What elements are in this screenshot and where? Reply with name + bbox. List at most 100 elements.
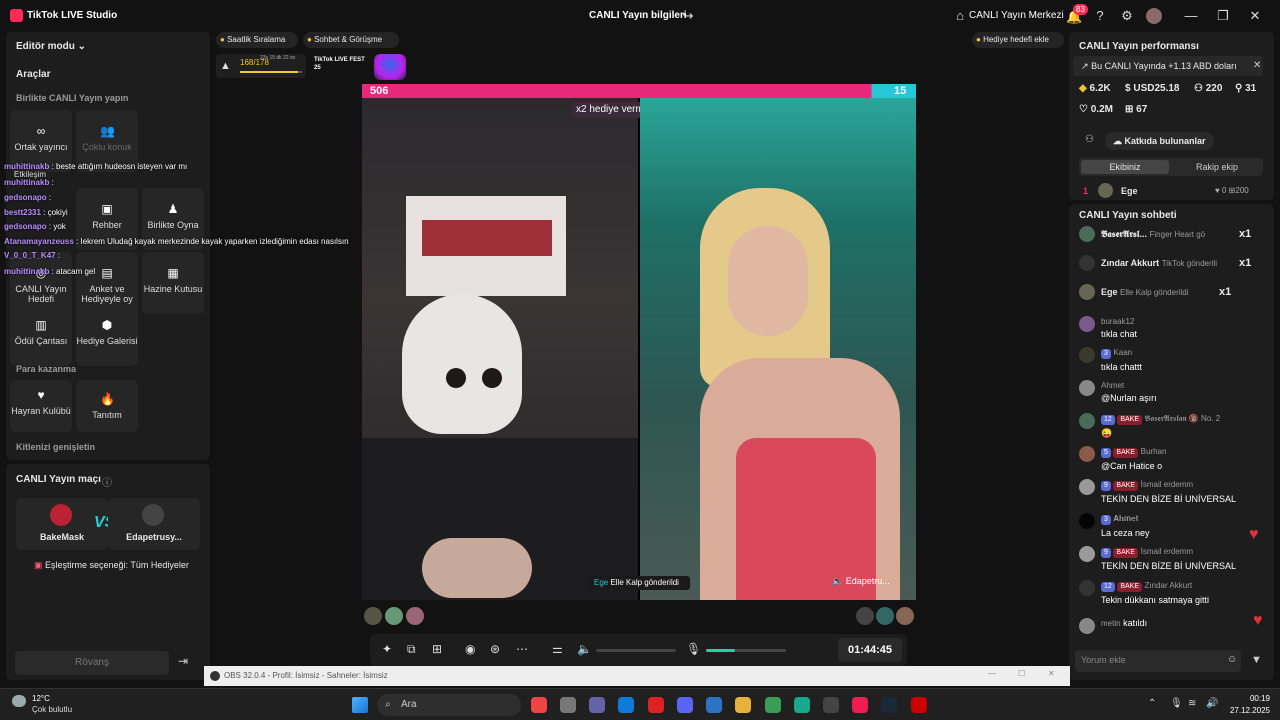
microphone-icon[interactable]: 🎙 [686, 642, 701, 656]
tab-rival[interactable]: Rakip ekip [1173, 160, 1261, 174]
close-icon[interactable]: ✕ [1253, 60, 1261, 71]
gear-icon[interactable]: ⚙ [1119, 8, 1135, 24]
obs-icon[interactable] [823, 697, 839, 713]
whatsapp-icon[interactable] [794, 697, 810, 713]
diamonds-value: 6.2K [1089, 83, 1111, 94]
opera-icon[interactable] [648, 697, 664, 713]
gifters-stat: ⊞ 67 [1125, 104, 1147, 115]
minimize-icon[interactable]: — [1183, 8, 1199, 24]
minimize-icon[interactable]: — [988, 669, 996, 678]
chevron-up-icon[interactable]: ⌃ [1148, 698, 1156, 709]
chrome-profile-icon[interactable] [765, 697, 781, 713]
volume-icon[interactable]: 🔊 [1206, 698, 1218, 709]
tiktok-icon[interactable] [852, 697, 868, 713]
edge-icon[interactable] [618, 697, 634, 713]
live-timer: 01:44:45 [838, 638, 902, 662]
help-icon[interactable]: ? [1092, 8, 1108, 24]
speaker-icon[interactable]: 🔈 [577, 642, 592, 656]
avatar[interactable] [856, 607, 874, 625]
link-icon: ∞ [36, 124, 46, 138]
obs-window-bar[interactable]: OBS 32.0.4 - Profil: İsimsiz - Sahneler:… [204, 666, 1070, 686]
rank-name: Ege [1121, 186, 1138, 196]
add-source-icon[interactable]: ⊞ [432, 642, 442, 656]
help-icon[interactable]: ⓘ [102, 474, 112, 489]
reward-bag-tile[interactable]: ▥ Ödül Çantası [10, 304, 72, 366]
settings-sliders-icon[interactable]: ⚌ [552, 642, 563, 656]
rank-progress[interactable]: ▲ 168/178 23s 15 dk 22 sn [216, 54, 306, 78]
match-option-label: Eşleştirme seçeneği: Tüm Hediyeler [45, 560, 189, 570]
avatar[interactable] [876, 607, 894, 625]
exit-icon[interactable]: ⇥ [178, 654, 188, 668]
mail-icon[interactable] [706, 697, 722, 713]
avatar[interactable] [364, 607, 382, 625]
gift-user: Ege [594, 578, 609, 587]
avatar[interactable] [385, 607, 403, 625]
live-center-link[interactable]: CANLI Yayın Merkezi [969, 10, 1064, 21]
opponent-video [640, 98, 916, 600]
gift-gallery-tile[interactable]: ⬢ Hediye Galerisi [76, 304, 138, 366]
more-icon[interactable]: ⋯ [516, 642, 528, 656]
live-info-link[interactable]: CANLI Yayın bilgileri [589, 10, 687, 21]
clock-time: 00:19 [1249, 694, 1270, 703]
search-box[interactable]: ⌕ Ara [377, 694, 521, 716]
discord-icon[interactable] [677, 697, 693, 713]
media-icon[interactable] [911, 697, 927, 713]
comment-input[interactable]: Yorum ekle ☺ [1075, 650, 1241, 672]
weather-icon[interactable] [12, 695, 26, 707]
avatar[interactable] [1146, 8, 1162, 24]
user-settings-icon[interactable]: ⚇ [1085, 134, 1094, 145]
magic-wand-icon[interactable]: ✦ [382, 642, 392, 656]
contributors-button[interactable]: ☁ Katkıda bulunanlar [1105, 132, 1214, 150]
chrome-icon[interactable] [531, 697, 547, 713]
mic-volume-slider[interactable] [706, 649, 786, 652]
layout-icon[interactable]: ⧉ [407, 642, 416, 657]
reward-bag-label: Ödül Çantası [14, 336, 68, 346]
steam-icon[interactable] [881, 697, 897, 713]
record-icon[interactable]: ◉ [465, 642, 475, 656]
player2-card[interactable]: Edapetrusy... [108, 498, 200, 550]
overlay-msg: : [48, 193, 52, 202]
gift-count: x1 [1239, 228, 1252, 240]
share-icon[interactable]: ↪ [680, 8, 696, 24]
avatar[interactable] [406, 607, 424, 625]
fest-mascot-icon[interactable] [374, 54, 406, 80]
close-icon[interactable]: ✕ [1048, 669, 1055, 678]
folder-icon[interactable] [735, 697, 751, 713]
store-icon[interactable] [560, 697, 576, 713]
chat-user: 𝕭𝖆𝖘𝖊𝖗𝕬𝖗𝖘𝖑𝖆𝖓 🔞 No. 2 [1144, 414, 1221, 423]
editor-mode-label: Editör modu [16, 41, 75, 52]
opponent-label[interactable]: 🔈 Edapetru... [832, 576, 890, 587]
rematch-button[interactable]: Rövanş [15, 651, 169, 675]
hourly-ranking-chip[interactable]: ● Saatlik Sıralama [216, 32, 298, 48]
user-plus-icon: ⚲ [1235, 83, 1243, 94]
users-icon: 👥 [100, 124, 115, 138]
filter-icon[interactable]: ▼ [1251, 654, 1262, 666]
dollar-icon: $ [1125, 83, 1131, 94]
wifi-icon[interactable]: ≋ [1188, 698, 1196, 709]
chat-user: metin [1101, 619, 1121, 628]
windows-start-icon[interactable] [352, 697, 368, 713]
maximize-icon[interactable]: ❐ [1215, 8, 1231, 24]
fan-club-tile[interactable]: ♥ Hayran Kulübü [10, 380, 72, 432]
tab-ours[interactable]: Ekibiniz [1081, 160, 1169, 174]
volume-icon: 🔈 [832, 576, 844, 586]
chat-call-chip[interactable]: ● Sohbet & Görüşme [303, 32, 399, 48]
teams-icon[interactable] [589, 697, 605, 713]
gift-goal-chip[interactable]: ● Hediye hedefi ekle [972, 32, 1064, 48]
overlay-msg: : beste attığım hudeosn isteyen var mı [51, 162, 188, 171]
close-icon[interactable]: ✕ [1247, 8, 1263, 24]
emoji-icon[interactable]: ☺ [1227, 654, 1237, 665]
promo-tile[interactable]: 🔥 Tanıtım [76, 380, 138, 432]
editor-mode-dropdown[interactable]: Editör modu ⌄ [16, 41, 86, 52]
screenshot-icon[interactable]: ⊛ [490, 642, 500, 656]
maximize-icon[interactable]: ☐ [1018, 669, 1025, 678]
avatar[interactable] [896, 607, 914, 625]
fest-badge[interactable]: TikTok LIVE FEST 25 [314, 56, 368, 76]
speaker-volume-slider[interactable] [596, 649, 676, 652]
heart-icon: ♥ [1249, 526, 1259, 543]
microphone-icon[interactable]: 🎙 [1170, 698, 1183, 709]
contributors-label: Katkıda bulunanlar [1124, 136, 1206, 146]
poll-label: Anket ve Hediyeyle oy [81, 284, 133, 304]
home-icon[interactable]: ⌂ [952, 8, 968, 24]
progress-fill [240, 71, 299, 73]
